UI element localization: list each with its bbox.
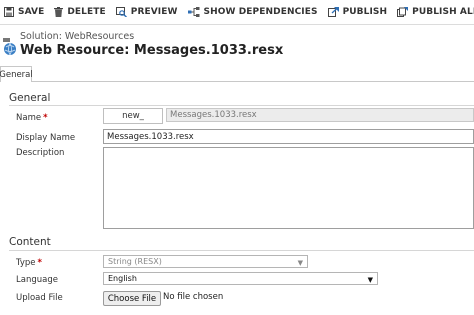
show-dependencies-label: SHOW DEPENDENCIES [203,7,318,17]
choose-file-button[interactable]: Choose File [103,291,161,306]
save-button[interactable]: SAVE [0,0,50,24]
tab-general-label: General [0,69,33,80]
language-label: Language [16,275,58,285]
type-select-value: String (RESX) [108,257,162,266]
command-bar: SAVE DELETE PREVIEW SHOW DEPENDENCIES PU… [0,0,474,25]
name-label-text: Name [16,113,42,123]
preview-icon [115,7,127,17]
tab-strip-divider [0,81,474,82]
web-resource-icon [3,38,16,56]
language-select[interactable]: English ▼ [103,272,378,285]
publish-all-icon [397,7,409,17]
required-marker: * [43,113,48,123]
name-label: Name * [16,113,48,123]
show-dependencies-button[interactable]: SHOW DEPENDENCIES [184,0,324,24]
delete-button[interactable]: DELETE [50,0,111,24]
name-prefix-field: new_ [103,108,163,124]
upload-file-label: Upload File [16,293,63,303]
description-textarea[interactable] [103,147,474,229]
required-marker: * [37,258,42,268]
publish-label: PUBLISH [342,7,388,17]
dependencies-icon [187,7,200,17]
section-general-title: General [9,92,51,104]
section-content-title: Content [9,236,51,248]
chevron-down-icon: ▼ [367,276,373,284]
publish-all-label: PUBLISH ALL CUSTOMIZ... [412,7,474,17]
type-select[interactable]: String (RESX) ▼ [103,255,308,268]
chevron-down-icon: ▼ [297,259,303,267]
tab-general[interactable]: General [0,66,33,82]
description-label: Description [16,148,65,158]
page-title: Web Resource: Messages.1033.resx [20,43,284,58]
display-name-input[interactable]: Messages.1033.resx [103,129,474,144]
publish-icon [327,7,339,17]
preview-button[interactable]: PREVIEW [112,0,184,24]
preview-label: PREVIEW [130,7,178,17]
publish-button[interactable]: PUBLISH [324,0,394,24]
type-label-text: Type [16,258,36,268]
save-label: SAVE [18,7,45,17]
save-icon [4,7,14,17]
type-label: Type * [16,258,42,268]
solution-breadcrumb[interactable]: Solution: WebResources [20,31,134,42]
no-file-status: No file chosen [163,292,224,302]
display-name-label: Display Name [16,133,76,143]
delete-label: DELETE [67,7,106,17]
section-content-divider [9,250,474,251]
section-general-divider [9,105,474,106]
trash-icon [54,7,64,17]
name-field: Messages.1033.resx [166,108,474,122]
publish-all-button[interactable]: PUBLISH ALL CUSTOMIZ... [393,0,474,24]
language-select-value: English [108,274,137,283]
